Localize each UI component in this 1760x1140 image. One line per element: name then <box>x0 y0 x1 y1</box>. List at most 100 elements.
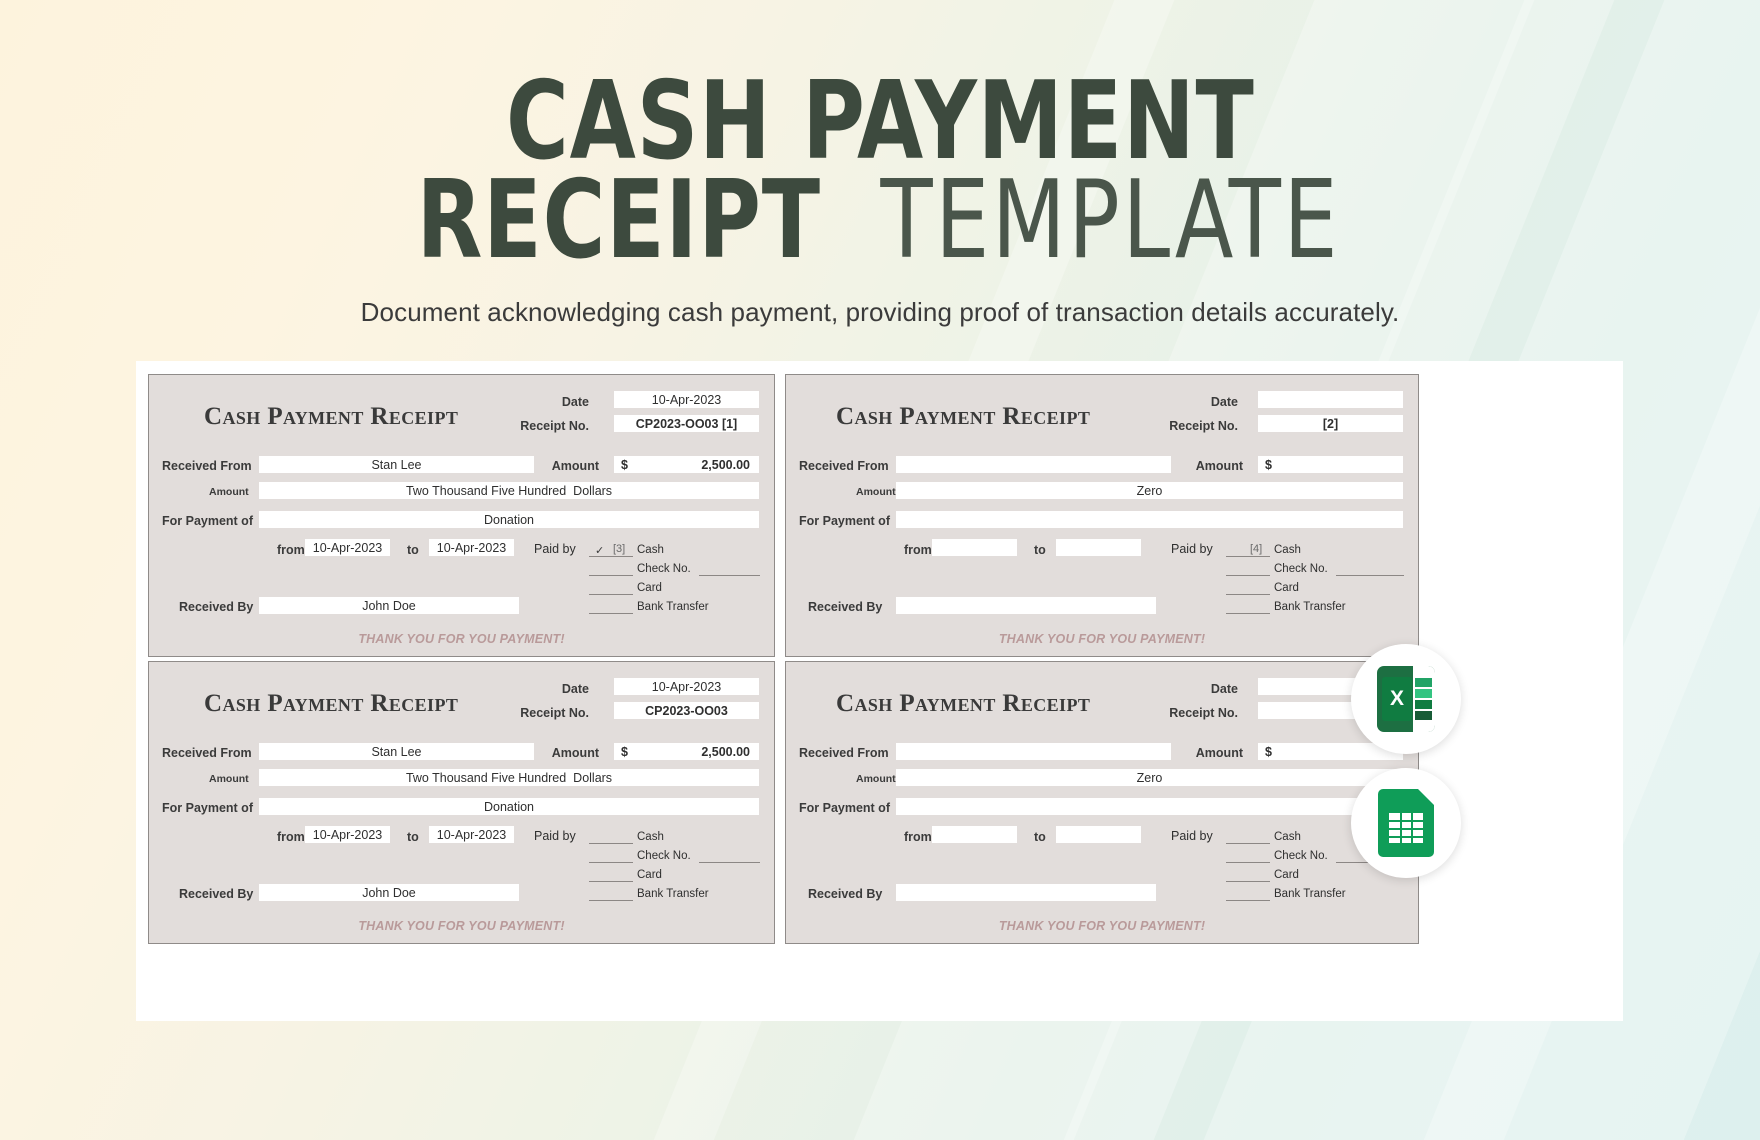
paid-by-check-no-line[interactable] <box>1226 575 1270 576</box>
from-date-field[interactable]: 10-Apr-2023 <box>305 539 390 556</box>
google-sheets-icon[interactable] <box>1351 768 1461 878</box>
paid-by-bank-transfer-line[interactable] <box>1226 613 1270 614</box>
currency-symbol: $ <box>1265 457 1272 472</box>
paid-by-label: Paid by <box>1171 829 1213 843</box>
amount-words-field[interactable]: Zero <box>896 482 1403 499</box>
for-payment-of-field[interactable] <box>896 511 1403 528</box>
receipt-no-label: Receipt No. <box>1169 706 1238 720</box>
paid-by-check-no-line[interactable] <box>1226 862 1270 863</box>
to-date-field[interactable] <box>1056 826 1141 843</box>
currency-symbol: $ <box>1265 744 1272 759</box>
check-no-value-line[interactable] <box>699 862 760 863</box>
received-by-field[interactable] <box>896 884 1156 901</box>
paid-by-bank-transfer-label: Bank Transfer <box>1274 601 1346 613</box>
amount-field[interactable]: $ <box>1258 456 1403 473</box>
amount-field[interactable]: $2,500.00 <box>614 456 759 473</box>
to-date-field[interactable]: 10-Apr-2023 <box>429 826 514 843</box>
date-field[interactable]: 10-Apr-2023 <box>614 678 759 695</box>
receipt-no-label: Receipt No. <box>520 419 589 433</box>
amount-field[interactable]: $2,500.00 <box>614 743 759 760</box>
paid-by-cash-label: Cash <box>637 544 664 556</box>
paid-by-card-line[interactable] <box>589 881 633 882</box>
amount-words-field[interactable]: Two Thousand Five Hundred Dollars <box>259 482 759 499</box>
amount-label: Amount <box>551 459 599 473</box>
received-by-label: Received By <box>808 600 883 614</box>
paid-by-card-label: Card <box>1274 582 1299 594</box>
check-no-value-line[interactable] <box>699 575 760 576</box>
excel-icon[interactable]: X <box>1351 644 1461 754</box>
paid-by-label: Paid by <box>534 542 576 556</box>
to-label: to <box>1034 543 1046 557</box>
title-line-2-light: TEMPLATE <box>879 158 1340 284</box>
paid-by-cash-line[interactable] <box>1226 843 1270 844</box>
paid-by-marker: [3] <box>613 543 626 555</box>
paid-by-check-no-line[interactable] <box>589 862 633 863</box>
received-from-field[interactable]: Stan Lee <box>259 743 534 760</box>
for-payment-of-label: For Payment of <box>799 801 890 815</box>
for-payment-of-field[interactable]: Donation <box>259 798 759 815</box>
amount-value: 2,500.00 <box>701 744 750 759</box>
amount-words-field[interactable]: Zero <box>896 769 1403 786</box>
for-payment-of-field[interactable] <box>896 798 1403 815</box>
to-date-field[interactable]: 10-Apr-2023 <box>429 539 514 556</box>
paid-by-card-line[interactable] <box>589 594 633 595</box>
from-label: from <box>904 543 932 557</box>
received-by-field[interactable]: John Doe <box>259 884 519 901</box>
date-label: Date <box>561 395 589 409</box>
thank-you-message: THANK YOU FOR YOU PAYMENT! <box>358 632 565 646</box>
amount-words-label: Amount <box>856 773 896 785</box>
for-payment-of-field[interactable]: Donation <box>259 511 759 528</box>
paid-by-bank-transfer-label: Bank Transfer <box>637 888 709 900</box>
received-from-label: Received From <box>799 459 889 473</box>
receipt-heading: Cash Payment Receipt <box>204 403 459 430</box>
from-date-field[interactable] <box>932 826 1017 843</box>
paid-by-card-line[interactable] <box>1226 881 1270 882</box>
title-line-1: CASH PAYMENT <box>505 59 1255 184</box>
date-field[interactable]: 10-Apr-2023 <box>614 391 759 408</box>
receipt-card-inner: Cash Payment Receipt Date 10-Apr-2023 Recei… <box>149 375 774 656</box>
paid-by-cash-label: Cash <box>637 831 664 843</box>
paid-by-bank-transfer-line[interactable] <box>589 900 633 901</box>
from-label: from <box>277 543 305 557</box>
from-label: from <box>277 830 305 844</box>
paid-by-bank-transfer-line[interactable] <box>589 613 633 614</box>
paid-by-card-line[interactable] <box>1226 594 1270 595</box>
excel-icon-letter: X <box>1382 677 1412 721</box>
received-from-field[interactable]: Stan Lee <box>259 456 534 473</box>
thank-you-message: THANK YOU FOR YOU PAYMENT! <box>998 632 1206 646</box>
received-from-label: Received From <box>162 746 252 760</box>
received-by-label: Received By <box>808 887 883 901</box>
paid-by-bank-transfer-line[interactable] <box>1226 900 1270 901</box>
receipt-card-inner: Cash Payment Receipt Date 10-Apr-2023 Recei… <box>149 662 774 943</box>
date-field[interactable] <box>1258 391 1403 408</box>
paid-by-card-label: Card <box>637 869 662 881</box>
paid-by-check-no-label: Check No. <box>637 850 691 862</box>
check-no-value-line[interactable] <box>1336 575 1404 576</box>
for-payment-of-label: For Payment of <box>162 801 253 815</box>
from-date-field[interactable]: 10-Apr-2023 <box>305 826 390 843</box>
paid-by-cash-line[interactable] <box>589 843 633 844</box>
paid-by-check-no-label: Check No. <box>637 563 691 575</box>
title-line-2-bold: RECEIPT <box>416 158 821 284</box>
received-from-label: Received From <box>162 459 252 473</box>
received-by-field[interactable] <box>896 597 1156 614</box>
paid-by-bank-transfer-label: Bank Transfer <box>637 601 709 613</box>
amount-label: Amount <box>1195 746 1243 760</box>
receipt-no-field[interactable]: CP2023-OO03 <box>614 702 759 719</box>
amount-words-field[interactable]: Two Thousand Five Hundred Dollars <box>259 769 759 786</box>
to-date-field[interactable] <box>1056 539 1141 556</box>
amount-words-label: Amount <box>209 486 249 498</box>
from-label: from <box>904 830 932 844</box>
paid-by-check-no-line[interactable] <box>589 575 633 576</box>
received-by-field[interactable]: John Doe <box>259 597 519 614</box>
receipt-no-field[interactable]: CP2023-OO03 [1] <box>614 415 759 432</box>
received-from-field[interactable] <box>896 456 1171 473</box>
receipt-no-field[interactable]: [2] <box>1258 415 1403 432</box>
page-header: CASH PAYMENT RECEIPT TEMPLATE Document ac… <box>0 0 1760 328</box>
from-date-field[interactable] <box>932 539 1017 556</box>
paid-by-cash-line[interactable] <box>1226 556 1270 557</box>
received-by-label: Received By <box>179 600 254 614</box>
received-from-label: Received From <box>799 746 889 760</box>
received-from-field[interactable] <box>896 743 1171 760</box>
date-label: Date <box>1210 682 1238 696</box>
